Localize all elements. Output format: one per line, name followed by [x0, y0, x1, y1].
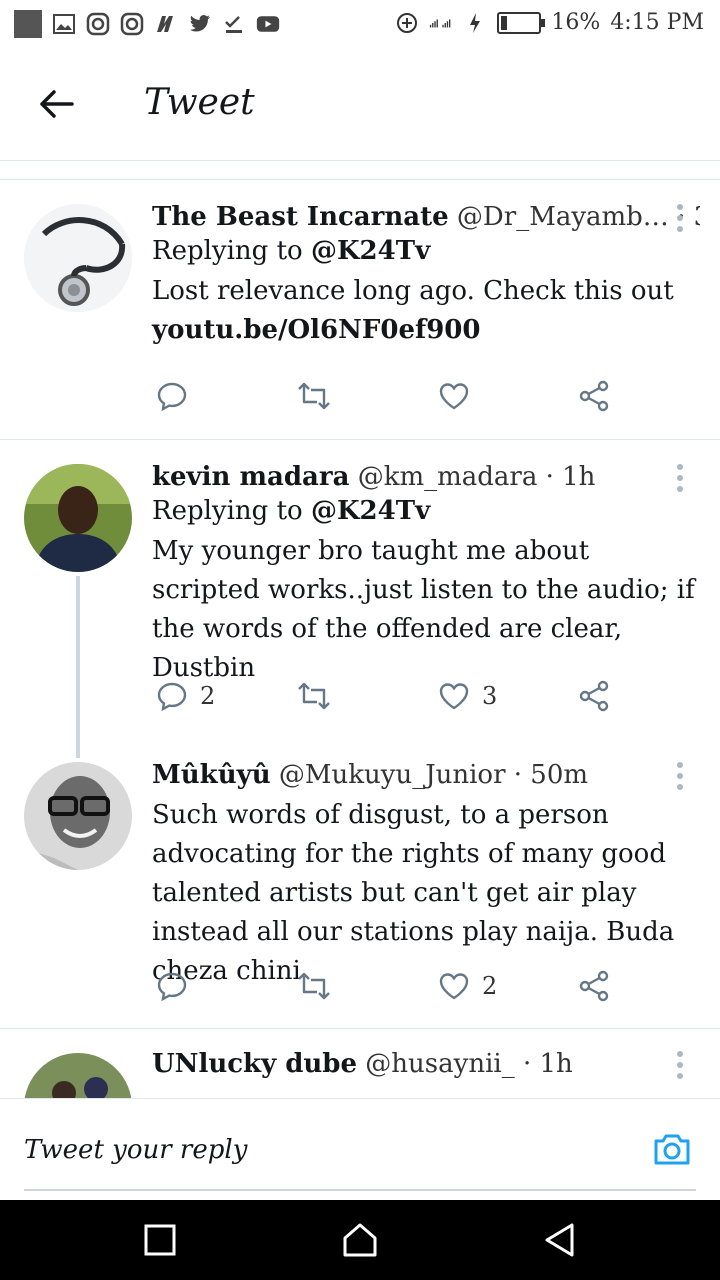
- author-handle[interactable]: @km_madara: [358, 462, 538, 492]
- retweet-button[interactable]: [296, 380, 344, 412]
- mention-link[interactable]: @K24Tv: [311, 496, 430, 526]
- more-options-icon[interactable]: [676, 204, 684, 234]
- clock: 4:15 PM: [610, 10, 704, 35]
- tweet[interactable]: kevin madara @km_madara · 1h Replying to…: [0, 440, 720, 740]
- battery-percent: 16%: [551, 10, 601, 35]
- more-options-icon[interactable]: [676, 762, 684, 792]
- battery-icon: [497, 11, 546, 34]
- reply-composer[interactable]: Tweet your reply: [0, 1098, 720, 1201]
- tweet[interactable]: Mûkûyû @Mukuyu_Junior · 50m Such words o…: [0, 740, 720, 1028]
- replying-to-label: Replying to: [152, 236, 303, 266]
- tweet-body: Lost relevance long ago. Check this out: [152, 276, 674, 306]
- retweet-icon: [298, 382, 330, 410]
- author-handle[interactable]: @Mukuyu_Junior: [279, 760, 506, 790]
- author-handle[interactable]: @Dr_Mayamb…: [457, 202, 669, 232]
- system-icons: 16% 4:15 PM: [395, 10, 704, 35]
- home-button[interactable]: [340, 1220, 380, 1260]
- reply-button[interactable]: 2: [156, 680, 215, 712]
- tweet-header: kevin madara @km_madara · 1h: [152, 462, 700, 492]
- data-saver-icon: [395, 11, 419, 35]
- reply-button[interactable]: [156, 380, 200, 412]
- notification-icons: [14, 10, 280, 38]
- like-count: 3: [482, 682, 498, 710]
- news-icon: [154, 12, 178, 36]
- avatar[interactable]: [24, 1053, 132, 1098]
- app-bar: Tweet: [0, 50, 720, 161]
- page-title: Tweet: [144, 82, 255, 123]
- author-name[interactable]: kevin madara: [152, 462, 349, 492]
- share-button[interactable]: [578, 680, 610, 712]
- tweet-time: · 50m: [513, 760, 589, 790]
- author-name[interactable]: The Beast Incarnate: [152, 202, 449, 232]
- tweet-text: My younger bro taught me about scripted …: [152, 536, 695, 683]
- youtube-icon: [256, 12, 280, 36]
- reply-icon: [157, 972, 187, 1002]
- reply-icon: [157, 382, 187, 412]
- tweet-actions: [152, 380, 622, 420]
- heart-icon: [439, 973, 469, 1000]
- input-underline: [24, 1189, 696, 1191]
- replying-to: Replying to @K24Tv: [152, 496, 700, 526]
- author-name[interactable]: Mûkûyû: [152, 760, 271, 790]
- charging-icon: [463, 11, 487, 35]
- twitter-icon: [188, 12, 212, 36]
- tweet-header: The Beast Incarnate @Dr_Mayamb… · 3m: [152, 202, 700, 232]
- tweet-text: Lost relevance long ago. Check this out …: [152, 272, 700, 350]
- replying-to: Replying to @K24Tv: [152, 236, 700, 266]
- share-button[interactable]: [578, 380, 610, 412]
- retweet-button[interactable]: [296, 970, 344, 1002]
- image-icon: [52, 12, 76, 36]
- retweet-icon: [298, 972, 330, 1000]
- download-done-icon: [222, 12, 246, 36]
- tweet-header: UNlucky dube @husaynii_ · 1h: [152, 1049, 700, 1079]
- author-handle[interactable]: @husaynii_: [365, 1049, 514, 1079]
- like-button[interactable]: 2: [438, 970, 497, 1002]
- share-icon: [579, 970, 609, 1002]
- tweet-time: · 1h: [545, 462, 596, 492]
- instagram-icon: [120, 12, 144, 36]
- tweet-actions: 2 3: [152, 680, 622, 720]
- tweet-text: Such words of disgust, to a person advoc…: [152, 800, 675, 986]
- navigation-bar: [0, 1200, 720, 1280]
- author-name[interactable]: UNlucky dube: [152, 1049, 357, 1079]
- like-button[interactable]: [438, 380, 482, 412]
- status-bar: 16% 4:15 PM: [0, 0, 720, 50]
- mention-link[interactable]: @K24Tv: [311, 236, 430, 266]
- more-options-icon[interactable]: [676, 464, 684, 494]
- back-arrow-icon[interactable]: [36, 84, 76, 124]
- reply-button[interactable]: [156, 970, 200, 1002]
- tweet-header: Mûkûyû @Mukuyu_Junior · 50m: [152, 760, 700, 790]
- signal-icon: [429, 11, 453, 35]
- tweet-link[interactable]: youtu.be/Ol6NF0ef900: [152, 311, 700, 350]
- app-notification-icon: [14, 10, 42, 38]
- recents-button[interactable]: [140, 1220, 180, 1260]
- like-count: 2: [482, 972, 498, 1000]
- heart-icon: [439, 383, 469, 410]
- more-options-icon[interactable]: [676, 1051, 684, 1081]
- avatar[interactable]: [24, 464, 132, 572]
- avatar[interactable]: [24, 204, 132, 312]
- share-icon: [579, 380, 609, 412]
- reply-count: 2: [200, 682, 216, 710]
- avatar[interactable]: [24, 762, 132, 870]
- replying-to-label: Replying to: [152, 496, 303, 526]
- tweet-actions: 2: [152, 970, 622, 1010]
- reply-input[interactable]: Tweet your reply: [24, 1135, 247, 1165]
- heart-icon: [439, 683, 469, 710]
- reply-icon: [157, 682, 187, 712]
- tweet[interactable]: The Beast Incarnate @Dr_Mayamb… · 3m Rep…: [0, 180, 720, 440]
- tweet-time: · 1h: [522, 1049, 573, 1079]
- share-icon: [579, 680, 609, 712]
- retweet-icon: [298, 682, 330, 710]
- camera-icon[interactable]: [652, 1129, 692, 1169]
- retweet-button[interactable]: [296, 680, 344, 712]
- tweet[interactable]: UNlucky dube @husaynii_ · 1h: [0, 1029, 720, 1098]
- share-button[interactable]: [578, 970, 610, 1002]
- instagram-icon: [86, 12, 110, 36]
- like-button[interactable]: 3: [438, 680, 497, 712]
- back-button[interactable]: [540, 1220, 580, 1260]
